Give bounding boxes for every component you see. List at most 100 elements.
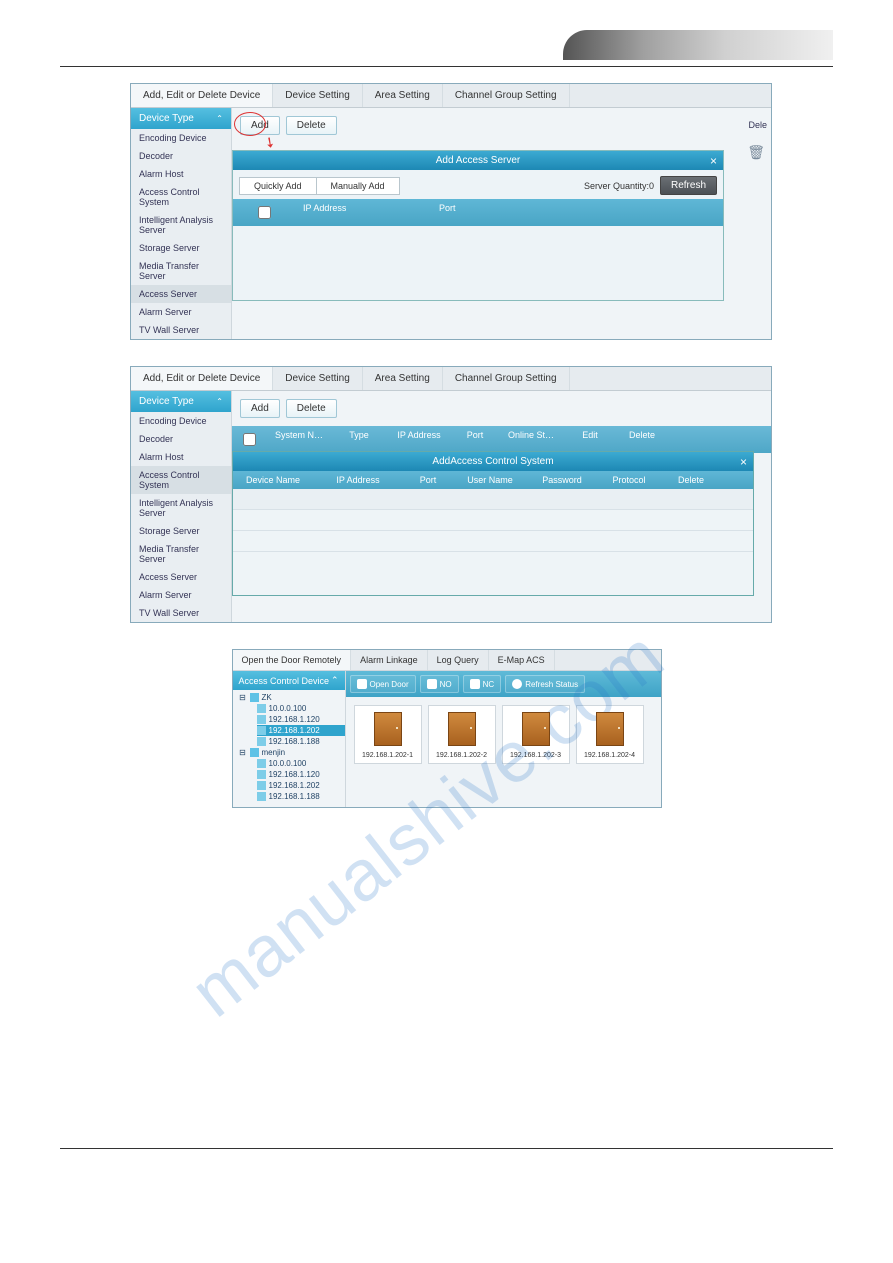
sidebar-header[interactable]: Device Type⌃ [131,391,231,412]
tree-header[interactable]: Access Control Device⌃ [233,671,345,690]
door-panel: Open Door NO NC Refresh Status 192.168.1… [346,671,661,807]
door-card[interactable]: 192.168.1.202-1 [354,705,422,764]
tabbar: Add, Edit or Delete Device Device Settin… [131,367,771,391]
col-type: Type [332,426,386,453]
door-card[interactable]: 192.168.1.202-3 [502,705,570,764]
select-all-checkbox[interactable] [243,433,256,446]
tree-item[interactable]: 10.0.0.100 [257,703,345,714]
dialog-columns: IP Address Port [233,199,723,226]
select-all-checkbox[interactable] [258,206,271,219]
quickly-add-tab[interactable]: Quickly Add [239,177,316,195]
tab-device-setting[interactable]: Device Setting [273,84,362,107]
add-acs-dialog: AddAccess Control System× Device Name IP… [232,451,754,596]
col-ip: IP Address [313,471,403,489]
col-system-name: System N… [266,426,332,453]
close-icon[interactable]: × [710,154,717,168]
tab-channel-group[interactable]: Channel Group Setting [443,84,570,107]
chevron-up-icon: ⌃ [216,114,223,123]
tab-add-edit-delete[interactable]: Add, Edit or Delete Device [131,84,273,107]
col-protocol: Protocol [597,471,661,489]
sidebar-header[interactable]: Device Type⌃ [131,108,231,129]
col-edit: Edit [564,426,616,453]
sidebar-item-decoder[interactable]: Decoder [131,430,231,448]
tab-alarm-linkage[interactable]: Alarm Linkage [351,650,428,670]
page-header [60,0,833,67]
sidebar-item-encoding[interactable]: Encoding Device [131,412,231,430]
tab-log-query[interactable]: Log Query [428,650,489,670]
tree-item[interactable]: 192.168.1.202 [257,780,345,791]
trash-icon[interactable]: 🗑 [747,144,765,161]
tree-item[interactable]: 10.0.0.100 [257,758,345,769]
door-icon [374,712,402,746]
no-icon [427,679,437,689]
door-label: 192.168.1.202-3 [510,752,561,759]
tab-area-setting[interactable]: Area Setting [363,367,443,390]
col-ip: IP Address [386,426,452,453]
tree-group-menjin[interactable]: ⊟menjin [239,747,345,758]
tab-open-door[interactable]: Open the Door Remotely [233,650,352,670]
sidebar-item-alarm-host[interactable]: Alarm Host [131,165,231,183]
nc-button[interactable]: NC [463,675,502,693]
sidebar-item-media[interactable]: Media Transfer Server [131,540,231,568]
refresh-status-button[interactable]: Refresh Status [505,675,585,693]
tab-channel-group[interactable]: Channel Group Setting [443,367,570,390]
open-door-button[interactable]: Open Door [350,675,416,693]
sidebar-item-storage[interactable]: Storage Server [131,239,231,257]
sidebar-item-acs[interactable]: Access Control System [131,183,231,211]
manually-add-tab[interactable]: Manually Add [316,177,400,195]
sidebar-item-storage[interactable]: Storage Server [131,522,231,540]
sidebar-item-decoder[interactable]: Decoder [131,147,231,165]
col-ip: IP Address [295,199,431,226]
col-port: Port [403,471,453,489]
grid-header: System N… Type IP Address Port Online St… [232,426,771,453]
door-card[interactable]: 192.168.1.202-4 [576,705,644,764]
tree-group-zk[interactable]: ⊟ZK [239,692,345,703]
tree-item-selected[interactable]: 192.168.1.202 [257,725,345,736]
dialog-title: Add Access Server× [233,151,723,170]
sidebar-item-tvwall[interactable]: TV Wall Server [131,321,231,339]
device-icon [257,704,266,713]
sidebar-item-ias[interactable]: Intelligent Analysis Server [131,494,231,522]
sidebar-item-acs[interactable]: Access Control System [131,466,231,494]
sidebar-item-tvwall[interactable]: TV Wall Server [131,604,231,622]
sidebar-item-alarm-host[interactable]: Alarm Host [131,448,231,466]
tab-add-edit-delete[interactable]: Add, Edit or Delete Device [131,367,273,390]
tree-item[interactable]: 192.168.1.188 [257,791,345,802]
door-icon [522,712,550,746]
device-tree: ⊟ZK 10.0.0.100 192.168.1.120 192.168.1.2… [233,690,345,806]
tab-area-setting[interactable]: Area Setting [363,84,443,107]
refresh-button[interactable]: Refresh [660,176,717,195]
tab-emap-acs[interactable]: E-Map ACS [489,650,555,670]
tree-item[interactable]: 192.168.1.120 [257,769,345,780]
col-delete: Delete [661,471,721,489]
screenshot-add-access-server: Add, Edit or Delete Device Device Settin… [130,83,772,340]
sidebar-item-access-server[interactable]: Access Server [131,285,231,303]
dialog-title: AddAccess Control System× [233,452,753,471]
add-button[interactable]: Add [240,116,280,135]
delete-button[interactable]: Delete [286,116,337,135]
sidebar-item-ias[interactable]: Intelligent Analysis Server [131,211,231,239]
delete-button[interactable]: Delete [286,399,337,418]
door-card[interactable]: 192.168.1.202-2 [428,705,496,764]
no-button[interactable]: NO [420,675,459,693]
tree-item[interactable]: 192.168.1.188 [257,736,345,747]
nc-icon [470,679,480,689]
tab-device-setting[interactable]: Device Setting [273,367,362,390]
screenshot-add-acs: Add, Edit or Delete Device Device Settin… [130,366,772,623]
tree-item[interactable]: 192.168.1.120 [257,714,345,725]
sidebar-item-encoding[interactable]: Encoding Device [131,129,231,147]
sidebar-item-media[interactable]: Media Transfer Server [131,257,231,285]
screenshot-open-door-remote: Open the Door Remotely Alarm Linkage Log… [232,649,662,808]
add-button[interactable]: Add [240,399,280,418]
sidebar-item-access-server[interactable]: Access Server [131,568,231,586]
device-icon [257,770,266,779]
sidebar-item-alarm-server[interactable]: Alarm Server [131,586,231,604]
door-icon [448,712,476,746]
dialog-columns: Device Name IP Address Port User Name Pa… [233,471,753,489]
doors-grid: 192.168.1.202-1 192.168.1.202-2 192.168.… [346,697,661,772]
group-icon [250,693,259,702]
close-icon[interactable]: × [740,455,747,469]
sidebar-item-alarm-server[interactable]: Alarm Server [131,303,231,321]
work-area: Add Delete System N… Type IP Address Por… [232,391,771,622]
device-icon [257,759,266,768]
